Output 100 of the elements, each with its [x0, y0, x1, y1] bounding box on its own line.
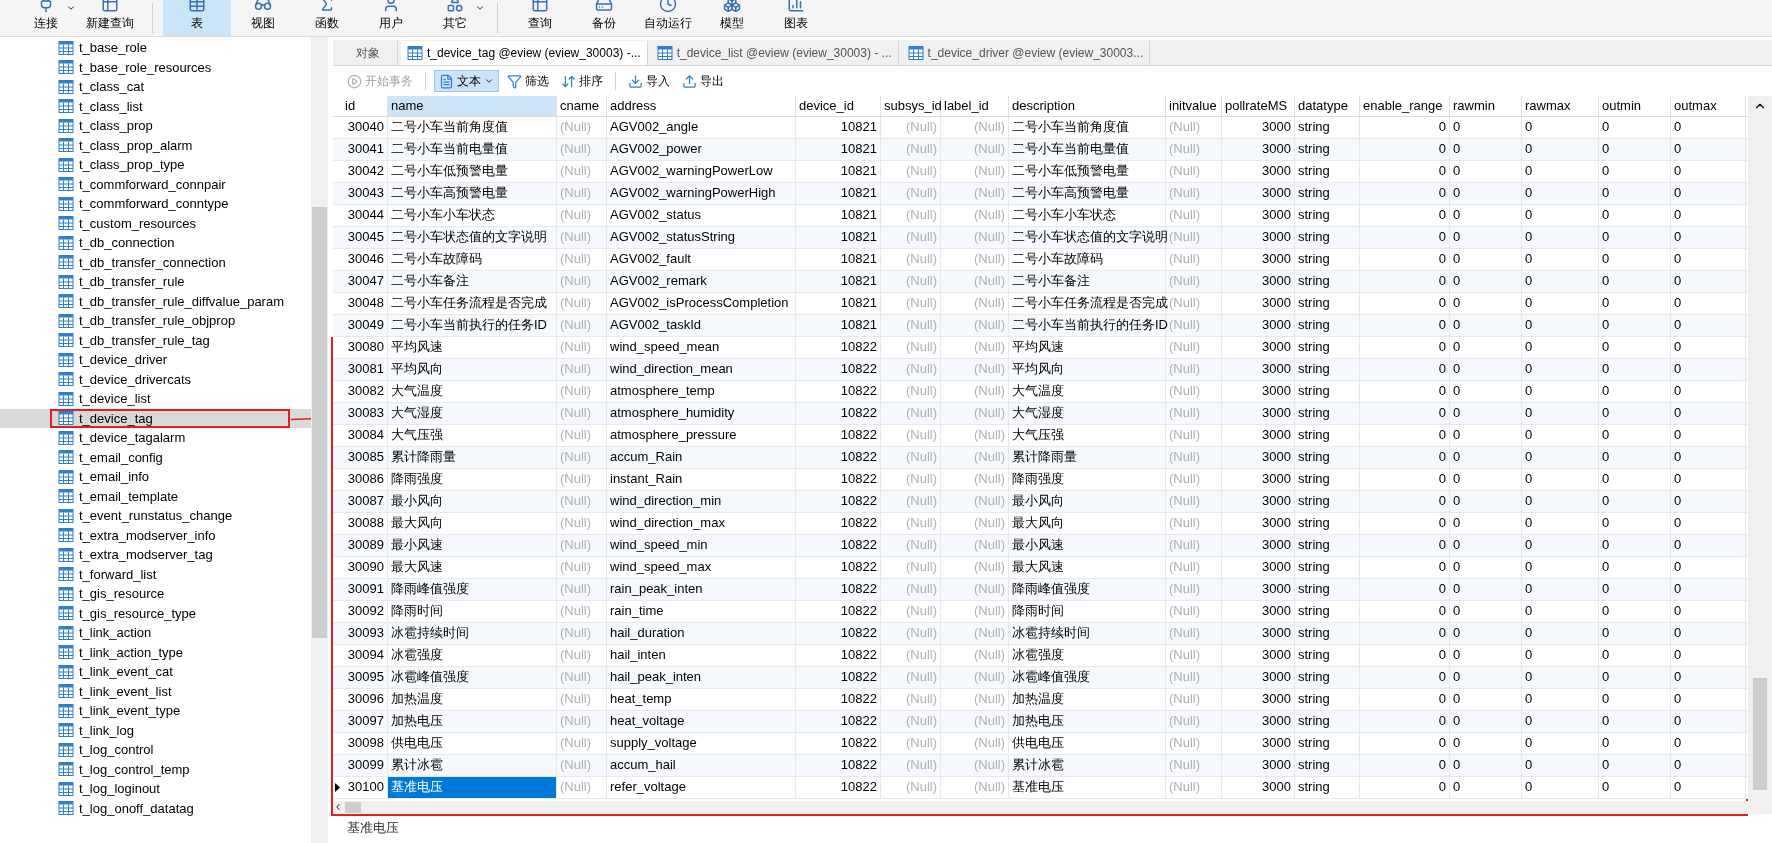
- sidebar-item[interactable]: t_extra_modserver_info: [0, 525, 311, 545]
- sidebar-item[interactable]: t_link_event_list: [0, 681, 311, 701]
- table-row[interactable]: 30046 二号小车故障码 (Null) AGV002_fault 10821 (Null) (Null) 二号小车故障码 (Null) 3000 string 0 0 0 0 0: [333, 248, 1748, 271]
- table-row[interactable]: 30094 冰雹强度 (Null) hail_inten 10822 (Null) (Null) 冰雹强度 (Null) 3000 string 0 0 0 0 0: [333, 644, 1748, 667]
- toolbar-button[interactable]: 新建查询: [78, 0, 142, 36]
- table-row[interactable]: 30082 大气温度 (Null) atmosphere_temp 10822 (Null) (Null) 大气温度 (Null) 3000 string 0 0 0 0 0: [333, 380, 1748, 403]
- grid-toolbar-button[interactable]: 文本: [434, 70, 499, 92]
- sidebar-item[interactable]: t_base_role_resources: [0, 57, 311, 77]
- scrollbar[interactable]: [311, 37, 328, 843]
- toolbar-button[interactable]: 模型: [700, 0, 764, 36]
- toolbar-button[interactable]: 表: [163, 0, 231, 36]
- table-row[interactable]: 30098 供电电压 (Null) supply_voltage 10822 (Null) (Null) 供电电压 (Null) 3000 string 0 0 0 0 0: [333, 732, 1748, 755]
- scrollbar[interactable]: [1748, 96, 1772, 814]
- toolbar-button[interactable]: 函数: [295, 0, 359, 36]
- sidebar-item[interactable]: t_gis_resource_type: [0, 603, 311, 623]
- column-header[interactable]: datatype: [1295, 96, 1360, 116]
- table-row[interactable]: 30043 二号小车高预警电量 (Null) AGV002_warningPowerHigh 10821 (Null) (Null) 二号小车高预警电量 (Null) 3000 string 0 0 0 0 0: [333, 182, 1748, 205]
- table-row[interactable]: 30044 二号小车小车状态 (Null) AGV002_status 10821 (Null) (Null) 二号小车小车状态 (Null) 3000 string 0 0 0 0 0: [333, 204, 1748, 227]
- table-row[interactable]: 30083 大气湿度 (Null) atmosphere_humidity 10822 (Null) (Null) 大气湿度 (Null) 3000 string 0 0 0 0 0: [333, 402, 1748, 425]
- toolbar-button[interactable]: 视图: [231, 0, 295, 36]
- sidebar-item[interactable]: t_link_log: [0, 720, 311, 740]
- sidebar-item[interactable]: t_log_loginout: [0, 779, 311, 799]
- column-header[interactable]: pollrateMS: [1222, 96, 1295, 116]
- sidebar-item[interactable]: t_link_action: [0, 623, 311, 643]
- toolbar-button[interactable]: 其它: [423, 0, 487, 36]
- toolbar-button[interactable]: 图表: [764, 0, 828, 36]
- sidebar-item[interactable]: t_gis_resource: [0, 584, 311, 604]
- table-row[interactable]: 30088 最大风向 (Null) wind_direction_max 10822 (Null) (Null) 最大风向 (Null) 3000 string 0 0 0 0 0: [333, 512, 1748, 535]
- scroll-left-icon[interactable]: [333, 802, 343, 812]
- sidebar-item[interactable]: t_link_action_type: [0, 642, 311, 662]
- table-row[interactable]: 30095 冰雹峰值强度 (Null) hail_peak_inten 10822 (Null) (Null) 冰雹峰值强度 (Null) 3000 string 0 0 0 0 0: [333, 666, 1748, 689]
- sidebar-item[interactable]: t_db_connection: [0, 233, 311, 253]
- table-row[interactable]: 30084 大气压强 (Null) atmosphere_pressure 10822 (Null) (Null) 大气压强 (Null) 3000 string 0 0 0 0 0: [333, 424, 1748, 447]
- table-row[interactable]: 30091 降雨峰值强度 (Null) rain_peak_inten 10822 (Null) (Null) 降雨峰值强度 (Null) 3000 string 0 0 0 0 0: [333, 578, 1748, 601]
- column-header[interactable]: cname: [557, 96, 607, 116]
- table-row[interactable]: 30047 二号小车备注 (Null) AGV002_remark 10821 (Null) (Null) 二号小车备注 (Null) 3000 string 0 0 0 0 0: [333, 270, 1748, 293]
- sidebar-item[interactable]: t_log_control: [0, 740, 311, 760]
- sidebar-item[interactable]: t_forward_list: [0, 564, 311, 584]
- sidebar-item[interactable]: t_extra_modserver_tag: [0, 545, 311, 565]
- sidebar-item[interactable]: t_commforward_connpair: [0, 174, 311, 194]
- grid-toolbar-button[interactable]: 排序: [557, 70, 607, 92]
- table-row[interactable]: 30045 二号小车状态值的文字说明 (Null) AGV002_statusString 10821 (Null) (Null) 二号小车状态值的文字说明(Null) 3000 string 0 0 0 0 0: [333, 226, 1748, 249]
- sidebar-item[interactable]: t_db_transfer_rule_tag: [0, 330, 311, 350]
- toolbar-button[interactable]: 自动运行: [636, 0, 700, 36]
- table-row[interactable]: 30096 加热温度 (Null) heat_temp 10822 (Null) (Null) 加热温度 (Null) 3000 string 0 0 0 0 0: [333, 688, 1748, 711]
- sidebar-item[interactable]: t_device_drivercats: [0, 369, 311, 389]
- sidebar-item[interactable]: t_class_prop_type: [0, 155, 311, 175]
- table-row[interactable]: 30089 最小风速 (Null) wind_speed_min 10822 (Null) (Null) 最小风速 (Null) 3000 string 0 0 0 0 0: [333, 534, 1748, 557]
- sidebar-item[interactable]: t_device_driver: [0, 350, 311, 370]
- grid-toolbar-button[interactable]: 筛选: [503, 70, 553, 92]
- table-row[interactable]: 30080 平均风速 (Null) wind_speed_mean 10822 (Null) (Null) 平均风速 (Null) 3000 string 0 0 0 0 0: [333, 336, 1748, 359]
- table-row[interactable]: 30049 二号小车当前执行的任务ID (Null) AGV002_taskId 10821 (Null) (Null) 二号小车当前执行的任务ID(Null) 3000 string 0 0 0 0 0: [333, 314, 1748, 337]
- sidebar-item[interactable]: t_link_event_cat: [0, 662, 311, 682]
- column-header[interactable]: rawmin: [1450, 96, 1522, 116]
- sidebar-item[interactable]: t_db_transfer_rule_diffvalue_param: [0, 291, 311, 311]
- sidebar-item[interactable]: t_log_onoff_datatag: [0, 798, 311, 818]
- column-header[interactable]: enable_range: [1360, 96, 1450, 116]
- table-row[interactable]: 30041 二号小车当前电量值 (Null) AGV002_power 10821 (Null) (Null) 二号小车当前电量值 (Null) 3000 string 0 0 0 0 0: [333, 138, 1748, 161]
- column-header[interactable]: description: [1009, 96, 1166, 116]
- column-header[interactable]: device_id: [796, 96, 881, 116]
- sidebar-item[interactable]: t_email_template: [0, 486, 311, 506]
- column-header[interactable]: label_id: [941, 96, 1009, 116]
- table-row[interactable]: 30048 二号小车任务流程是否完成 (Null) AGV002_isProcessCompletion 10821 (Null) (Null) 二号小车任务流程是否完成(Null) 3000 string 0 0 0 0 0: [333, 292, 1748, 315]
- sidebar-item[interactable]: t_class_prop: [0, 116, 311, 136]
- toolbar-button[interactable]: 连接: [14, 0, 78, 36]
- tab[interactable]: t_device_tag @eview (eview_30003) -...: [401, 41, 648, 65]
- toolbar-button[interactable]: 查询: [508, 0, 572, 36]
- scrollbar-thumb[interactable]: [312, 207, 327, 638]
- sidebar-item[interactable]: t_base_role: [0, 38, 311, 58]
- table-row[interactable]: 30085 累计降雨量 (Null) accum_Rain 10822 (Null) (Null) 累计降雨量 (Null) 3000 string 0 0 0 0 0: [333, 446, 1748, 469]
- grid-toolbar-button[interactable]: 导出: [678, 70, 728, 92]
- table-row[interactable]: 30087 最小风向 (Null) wind_direction_min 10822 (Null) (Null) 最小风向 (Null) 3000 string 0 0 0 0 0: [333, 490, 1748, 513]
- sidebar-item[interactable]: t_log_control_temp: [0, 759, 311, 779]
- column-header[interactable]: rawmax: [1522, 96, 1599, 116]
- scrollbar-thumb[interactable]: [345, 801, 361, 813]
- grid-toolbar-button[interactable]: 导入: [624, 70, 674, 92]
- table-row[interactable]: 30042 二号小车低预警电量 (Null) AGV002_warningPowerLow 10821 (Null) (Null) 二号小车低预警电量 (Null) 3000 string 0 0 0 0 0: [333, 160, 1748, 183]
- table-row[interactable]: 30092 降雨时间 (Null) rain_time 10822 (Null) (Null) 降雨时间 (Null) 3000 string 0 0 0 0 0: [333, 600, 1748, 623]
- column-header[interactable]: outmax: [1671, 96, 1746, 116]
- column-header[interactable]: name: [388, 96, 557, 116]
- table-row[interactable]: 30086 降雨强度 (Null) instant_Rain 10822 (Null) (Null) 降雨强度 (Null) 3000 string 0 0 0 0 0: [333, 468, 1748, 491]
- sidebar-item[interactable]: t_device_list: [0, 389, 311, 409]
- sidebar-item[interactable]: t_email_config: [0, 447, 311, 467]
- sidebar-item[interactable]: t_db_transfer_rule: [0, 272, 311, 292]
- sidebar-item[interactable]: t_db_transfer_connection: [0, 252, 311, 272]
- horizontal-scrollbar[interactable]: [333, 800, 1748, 814]
- sidebar-item[interactable]: t_event_runstatus_change: [0, 506, 311, 526]
- sidebar-item[interactable]: t_commforward_conntype: [0, 194, 311, 214]
- toolbar-button[interactable]: 用户: [359, 0, 423, 36]
- table-row[interactable]: 30081 平均风向 (Null) wind_direction_mean 10822 (Null) (Null) 平均风向 (Null) 3000 string 0 0 0 0 0: [333, 358, 1748, 381]
- table-row[interactable]: 30100 基准电压 (Null) refer_voltage 10822 (Null) (Null) 基准电压 (Null) 3000 string 0 0 0 0 0: [333, 776, 1748, 799]
- sidebar-item[interactable]: t_custom_resources: [0, 213, 311, 233]
- sidebar-item[interactable]: t_db_transfer_rule_objprop: [0, 311, 311, 331]
- toolbar-button[interactable]: 备份: [572, 0, 636, 36]
- sidebar-item[interactable]: t_class_cat: [0, 77, 311, 97]
- table-row[interactable]: 30040 二号小车当前角度值 (Null) AGV002_angle 10821 (Null) (Null) 二号小车当前角度值 (Null) 3000 string 0 0 0 0 0: [333, 116, 1748, 139]
- table-row[interactable]: 30090 最大风速 (Null) wind_speed_max 10822 (Null) (Null) 最大风速 (Null) 3000 string 0 0 0 0 0: [333, 556, 1748, 579]
- table-row[interactable]: 30093 冰雹持续时间 (Null) hail_duration 10822 (Null) (Null) 冰雹持续时间 (Null) 3000 string 0 0 0 0 0: [333, 622, 1748, 645]
- sidebar-item[interactable]: t_link_event_type: [0, 701, 311, 721]
- table-row[interactable]: 30099 累计冰雹 (Null) accum_hail 10822 (Null) (Null) 累计冰雹 (Null) 3000 string 0 0 0 0 0: [333, 754, 1748, 777]
